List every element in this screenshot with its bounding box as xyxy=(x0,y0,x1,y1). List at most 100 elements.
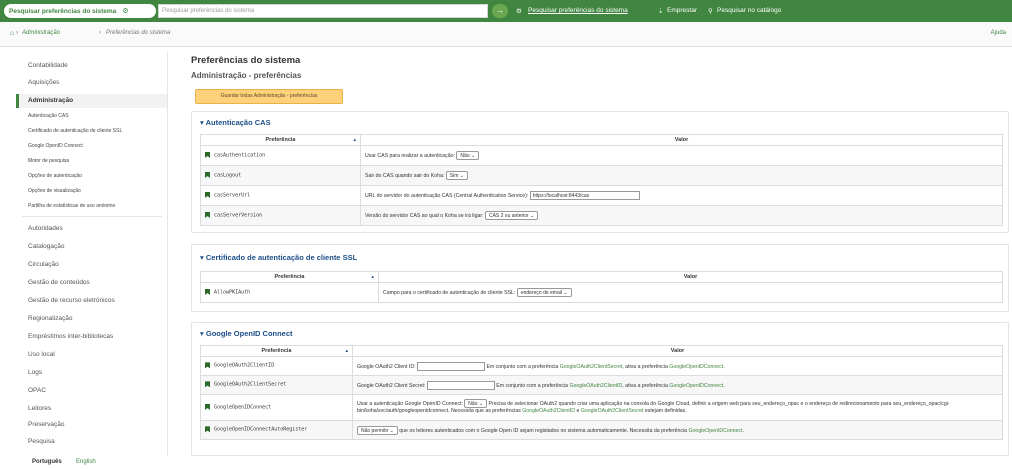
sidebar-item-acquisitions[interactable]: Aquisições xyxy=(28,79,59,86)
sidebar-item-patrons[interactable]: Leitores xyxy=(28,405,51,412)
table-row: casServerUrl URL do servidor do autentic… xyxy=(200,185,1003,206)
pref-label: Google OAuth2 Client ID: xyxy=(357,363,416,370)
pref-select-value: Não xyxy=(468,401,478,408)
table-row: GoogleOpenIDConnectAutoRegister Não perm… xyxy=(200,420,1003,440)
pref-help-text: Em conjunto com a preferência xyxy=(486,363,559,370)
pref-value-cell: Campo para o certificado de autenticação… xyxy=(378,282,1003,303)
section-title[interactable]: ▾ Autenticação CAS xyxy=(200,118,271,127)
sidebar-sub-usage-stats[interactable]: Partilha de estatísticas de uso anónimo xyxy=(28,203,115,209)
sidebar-item-administration[interactable]: Administração xyxy=(16,94,167,108)
pref-name-cell: AllowPKIAuth xyxy=(200,282,379,303)
pref-select[interactable]: Não ⌄ xyxy=(456,151,480,160)
pref-label: Usar a autenticação Google OpenID Connec… xyxy=(357,401,463,408)
section-cas: ▾ Autenticação CAS Preferência ▴ Valor ca… xyxy=(191,111,1009,233)
sidebar-sub-auth-options[interactable]: Opções de autenticação xyxy=(28,173,82,179)
save-all-button[interactable]: Guardar todas Administração - preferênci… xyxy=(195,89,343,104)
column-header-value[interactable]: Valor xyxy=(360,134,1003,146)
sidebar-item-local-use[interactable]: Uso local xyxy=(28,351,55,358)
search-scope-pill[interactable]: Pesquisar preferências do sistema ⚙ xyxy=(4,4,156,18)
sidebar-item-circulation[interactable]: Circulação xyxy=(28,261,59,268)
pref-value-cell: Usar a autenticação Google OpenID Connec… xyxy=(352,394,1003,421)
column-header-value[interactable]: Valor xyxy=(378,271,1003,283)
pref-select[interactable]: Não ⌄ xyxy=(464,399,488,409)
bookmark-icon xyxy=(205,191,210,198)
pref-name-cell: casServerUrl xyxy=(200,185,361,206)
chevron-down-icon: ⌄ xyxy=(389,427,394,434)
pref-select[interactable]: Não permitir ⌄ xyxy=(357,425,398,435)
section-title[interactable]: ▾ Google OpenID Connect xyxy=(200,329,293,338)
sidebar-item-content[interactable]: Gestão de conteúdos xyxy=(28,279,90,286)
pref-help-text: estejam definidas. xyxy=(644,408,687,415)
pref-text-input[interactable]: https://localhost:8443/cas xyxy=(529,191,640,200)
section-title[interactable]: ▾ Certificado de autenticação de cliente… xyxy=(200,253,357,262)
column-header-label: Preferência xyxy=(274,274,305,280)
search-submit-button[interactable]: → xyxy=(492,4,508,18)
nav-link-catalog-search[interactable]: Pesquisar no catálogo xyxy=(717,7,781,14)
breadcrumb-administration[interactable]: Administração xyxy=(22,30,60,36)
pref-name-cell: casLogout xyxy=(200,165,361,186)
language-current: Português xyxy=(32,459,62,465)
language-english-link[interactable]: English xyxy=(76,459,96,465)
column-header-value[interactable]: Valor xyxy=(352,345,1003,357)
column-header-preference[interactable]: Preferência ▴ xyxy=(200,345,353,357)
nav-link-search-preferences[interactable]: Pesquisar preferências do sistema xyxy=(528,7,628,14)
bookmark-icon xyxy=(205,171,210,178)
pref-value-cell: URL do servidor do autenticação CAS (Cen… xyxy=(360,185,1003,206)
pref-link[interactable]: GoogleOAuth2ClientSecret xyxy=(581,408,644,414)
pref-link[interactable]: GoogleOpenIDConnect xyxy=(669,363,723,369)
pref-link[interactable]: GoogleOAuth2ClientID xyxy=(570,382,623,388)
sidebar-item-erm[interactable]: Gestão de recurso eletrónicos xyxy=(28,297,115,304)
home-icon[interactable]: ⌂ xyxy=(10,30,14,37)
pref-help-text: . xyxy=(723,382,725,389)
pref-link[interactable]: GoogleOpenIDConnect xyxy=(669,382,723,388)
pref-name: AllowPKIAuth xyxy=(214,289,251,296)
pref-text-input[interactable] xyxy=(426,380,495,390)
pref-value-cell: Usar CAS para realizar a autenticação: N… xyxy=(360,145,1003,166)
sidebar-item-search[interactable]: Pesquisa xyxy=(28,438,55,445)
section-title-text: Google OpenID Connect xyxy=(205,329,293,338)
sidebar-item-accounting[interactable]: Contabilidade xyxy=(28,62,68,69)
table-row: AllowPKIAuth Campo para o certificado de… xyxy=(200,282,1003,303)
pref-select[interactable]: Sim ⌄ xyxy=(445,171,468,180)
pref-link[interactable]: GoogleOAuth2ClientSecret xyxy=(560,363,623,369)
sidebar-item-opac[interactable]: OPAC xyxy=(28,387,46,394)
sidebar-item-logs[interactable]: Logs xyxy=(28,369,42,376)
sidebar-item-authorities[interactable]: Autoridades xyxy=(28,225,63,232)
sidebar-item-i18n[interactable]: Regionalização xyxy=(28,315,72,322)
pref-value-cell: Não permitir ⌄ que os leitores autentica… xyxy=(352,420,1003,440)
pref-name: casLogout xyxy=(214,172,242,179)
pref-name: GoogleOAuth2ClientSecret xyxy=(214,381,287,388)
pref-select[interactable]: endereço de email ⌄ xyxy=(516,288,572,297)
pref-value-cell: Versão do servidor CAS ao qual o Koha se… xyxy=(360,205,1003,226)
bookmark-icon xyxy=(205,211,210,218)
column-header-preference[interactable]: Preferência ▴ xyxy=(200,271,379,283)
sidebar-sub-cas[interactable]: Autenticação CAS xyxy=(28,113,69,119)
sidebar-item-cataloguing[interactable]: Catalogação xyxy=(28,243,65,250)
sidebar-sub-ssl[interactable]: Certificado de autenticação de cliente S… xyxy=(28,128,122,134)
bookmark-icon xyxy=(205,426,210,433)
sidebar-sub-display-options[interactable]: Opções de visualização xyxy=(28,188,81,194)
pref-link[interactable]: GoogleOAuth2ClientID xyxy=(522,408,575,414)
sidebar-item-ill[interactable]: Empréstimos inter-bibliotecas xyxy=(28,333,113,340)
pref-link[interactable]: GoogleOpenIDConnect xyxy=(689,427,743,433)
preferences-table: Preferência ▴ Valor AllowPKIAuth Campo pa… xyxy=(200,271,1003,303)
search-scope-label: Pesquisar preferências do sistema xyxy=(9,7,117,15)
preferences-table: Preferência ▴ Valor casAuthentication Usa… xyxy=(200,134,1003,226)
sidebar-item-preservation[interactable]: Preservação xyxy=(28,421,65,428)
pref-name: casAuthentication xyxy=(214,152,266,159)
chevron-down-icon: ⌄ xyxy=(478,401,484,408)
pref-name-cell: GoogleOpenIDConnectAutoRegister xyxy=(200,420,353,440)
column-header-preference[interactable]: Preferência ▴ xyxy=(200,134,361,146)
pref-help-text: que os leitores autenticados com o Googl… xyxy=(399,427,688,434)
nav-link-checkout[interactable]: Emprestar xyxy=(667,7,697,14)
help-link[interactable]: Ajuda xyxy=(991,30,1006,36)
pref-name: casServerUrl xyxy=(214,192,251,199)
sidebar-sub-google[interactable]: Google OpenID Connect xyxy=(28,143,83,149)
table-row: GoogleOAuth2ClientSecret Google OAuth2 C… xyxy=(200,375,1003,395)
pref-select[interactable]: CAS 2 ou anterior ⌄ xyxy=(484,211,539,220)
pref-name-cell: casAuthentication xyxy=(200,145,361,166)
search-input[interactable]: Pesquisar preferências do sistema xyxy=(158,4,488,18)
sidebar-sub-search-engine[interactable]: Motor de pesquisa xyxy=(28,158,69,164)
top-navbar: Pesquisar preferências do sistema ⚙ Pesq… xyxy=(0,0,1012,22)
pref-text-input[interactable] xyxy=(417,361,485,371)
